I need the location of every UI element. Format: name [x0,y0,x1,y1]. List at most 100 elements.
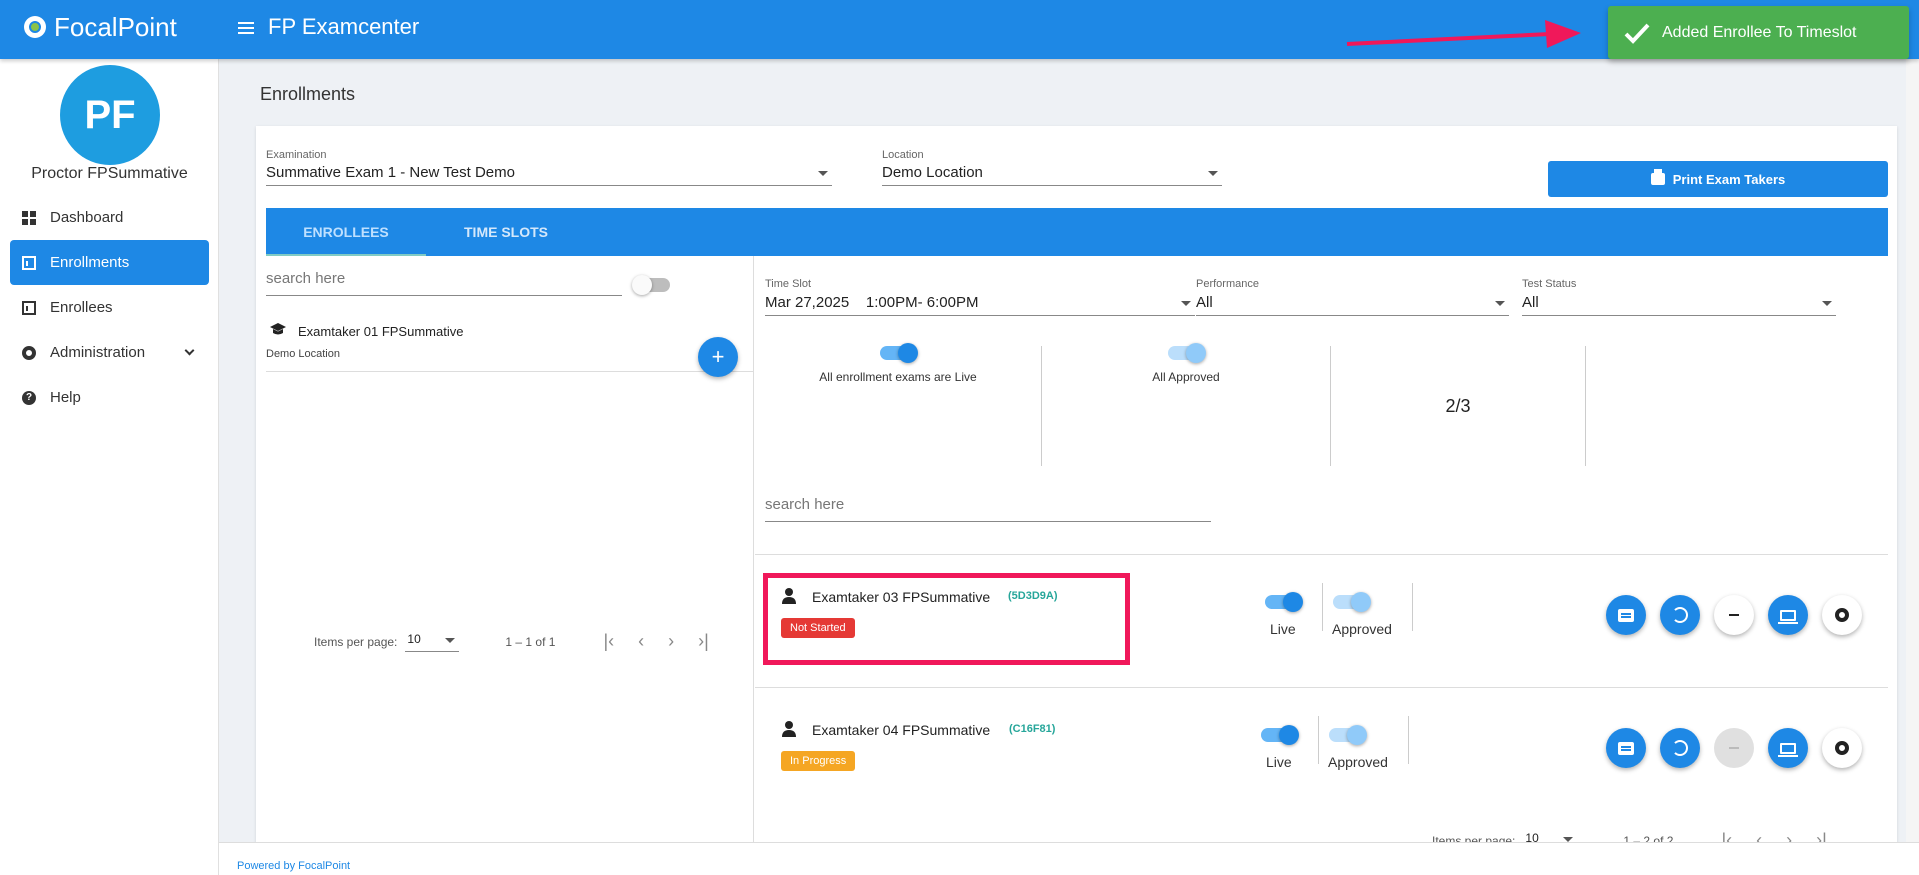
message-button[interactable] [1606,595,1646,635]
page-size-value: 10 [407,631,421,646]
page-scrollbar[interactable] [1906,59,1919,842]
graduation-cap-icon [270,323,286,335]
search-placeholder: search here [765,496,845,513]
brand[interactable]: FocalPoint [24,10,177,44]
enrollment-count: 2/3 [1445,396,1471,416]
sidebar-item-label: Enrollments [50,254,130,271]
powered-by-link[interactable]: Powered by FocalPoint [237,860,350,872]
person-icon [782,721,796,737]
divider [1412,583,1413,631]
sidebar: PF Proctor FPSummative Dashboard Enrollm… [0,59,219,875]
page-nav: |‹ ‹ › ›| [603,631,708,652]
sidebar-item-enrollees[interactable]: Enrollees [10,285,209,330]
add-to-timeslot-button[interactable]: + [698,337,738,377]
location-select[interactable]: Demo Location [882,164,1222,186]
tab-bar: ENROLLEES TIME SLOTS [266,208,1888,256]
filter-toggle[interactable] [632,275,670,295]
prev-page-icon[interactable]: ‹ [638,631,644,652]
timeslot-select[interactable]: Mar 27,2025 1:00PM- 6:00PM [765,294,1195,316]
remove-button-disabled [1714,728,1754,768]
hamburger-menu-icon[interactable] [238,18,254,38]
toggle-knob [1283,592,1303,612]
minus-icon [1729,747,1739,749]
timeslot-pane: Time Slot Mar 27,2025 1:00PM- 6:00PM Per… [755,256,1888,875]
count-stat: 2/3 [1331,346,1586,466]
dropdown-caret-icon [1563,836,1574,842]
dropdown-caret-icon [1495,301,1505,306]
view-screen-button[interactable] [1768,728,1808,768]
dropdown-caret-icon [1208,171,1218,176]
performance-select[interactable]: All [1196,294,1509,316]
live-label: Live [1270,621,1296,637]
approved-toggle[interactable] [1329,725,1367,745]
printer-icon [1650,169,1665,185]
page-range: 1 – 1 of 1 [505,634,556,649]
focalpoint-logo-icon [24,16,46,38]
brand-name: FocalPoint [54,11,177,42]
list-item[interactable]: Examtaker 01 FPSummative Demo Location [266,312,754,372]
table-row: Examtaker 04 FPSummative (C16F81) In Pro… [755,687,1888,820]
examination-value: Summative Exam 1 - New Test Demo [266,164,515,181]
enrollee-location: Demo Location [266,348,340,360]
approved-stat-label: All Approved [1152,370,1220,384]
divider [1318,716,1319,764]
test-status-select[interactable]: All [1522,294,1836,316]
examtaker-name: Examtaker 04 FPSummative [812,722,991,738]
sidebar-item-label: Dashboard [50,209,124,226]
first-page-icon[interactable]: |‹ [603,631,614,652]
items-per-page-label: Items per page: [314,634,398,649]
tab-time-slots[interactable]: TIME SLOTS [426,208,586,256]
location-label: Location [882,149,924,161]
sidebar-item-help[interactable]: ? Help [10,375,209,420]
user-name: Proctor FPSummative [31,165,188,182]
performance-label: Performance [1196,278,1259,290]
enrollees-list-pane: search here Examtaker 01 FPSummative Dem… [266,256,754,875]
history-icon [1672,607,1688,623]
all-approved-toggle[interactable] [1168,343,1206,363]
sidebar-item-administration[interactable]: Administration [10,330,209,375]
checkmark-icon [1624,23,1650,44]
items-per-page-select[interactable]: 10 [405,631,460,652]
print-exam-takers-button[interactable]: Print Exam Takers [1548,161,1888,197]
sidebar-item-enrollments[interactable]: Enrollments [10,240,209,285]
dropdown-caret-icon [445,637,456,643]
chat-icon [1618,741,1634,755]
reset-button[interactable] [1660,728,1700,768]
dropdown-caret-icon [1181,301,1191,306]
chevron-down-icon [184,345,195,356]
message-button[interactable] [1606,728,1646,768]
approved-stat: All Approved [1042,343,1331,466]
live-toggle[interactable] [1261,725,1299,745]
toast-message: Added Enrollee To Timeslot [1662,23,1857,41]
table-row: Examtaker 03 FPSummative (5D3D9A) Not St… [755,554,1888,687]
live-toggle[interactable] [1265,592,1303,612]
remove-button[interactable] [1714,595,1754,635]
reset-button[interactable] [1660,595,1700,635]
search-placeholder: search here [266,270,346,287]
laptop-icon [1778,609,1798,624]
performance-value: All [1196,294,1213,311]
view-screen-button[interactable] [1768,595,1808,635]
dropdown-caret-icon [1822,301,1832,306]
next-page-icon[interactable]: › [668,631,674,652]
approved-toggle[interactable] [1333,592,1371,612]
timeslot-search-input[interactable]: search here [765,494,1211,522]
all-live-toggle[interactable] [880,343,918,363]
approved-label: Approved [1328,754,1388,770]
toggle-knob [1279,725,1299,745]
tab-enrollees[interactable]: ENROLLEES [266,208,426,256]
examination-select[interactable]: Summative Exam 1 - New Test Demo [266,164,832,186]
gear-icon [1835,741,1849,755]
enrollee-search-input[interactable]: search here [266,268,622,296]
last-page-icon[interactable]: ›| [698,631,709,652]
avatar[interactable]: PF [60,65,160,165]
settings-button[interactable] [1822,595,1862,635]
toggle-knob [1347,725,1367,745]
test-status-label: Test Status [1522,278,1577,290]
toggle-knob [632,275,652,295]
settings-button[interactable] [1822,728,1862,768]
timeslot-label: Time Slot [765,278,812,290]
sidebar-item-dashboard[interactable]: Dashboard [10,195,209,240]
location-value: Demo Location [882,164,983,181]
help-icon: ? [22,390,36,405]
